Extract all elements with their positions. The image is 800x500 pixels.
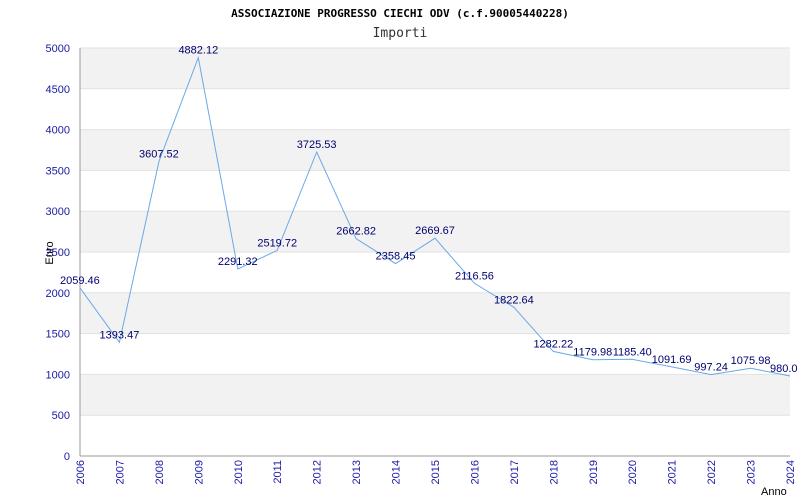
- x-tick-label: 2012: [312, 460, 324, 484]
- grid-band: [80, 292, 790, 334]
- data-label: 980.0: [770, 363, 798, 375]
- y-tick-label: 500: [52, 410, 70, 422]
- x-tick-label: 2013: [351, 460, 363, 484]
- chart-subtitle: Importi: [373, 26, 428, 41]
- data-label: 4882.12: [178, 45, 218, 57]
- x-tick-label: 2017: [509, 460, 521, 484]
- x-tick-label: 2016: [469, 460, 481, 484]
- grid-band: [80, 374, 790, 416]
- y-tick-label: 5000: [46, 43, 70, 55]
- data-label: 2059.46: [60, 275, 100, 287]
- x-tick-label: 2018: [548, 460, 560, 484]
- x-tick-label: 2019: [588, 460, 600, 484]
- y-tick-label: 3500: [46, 165, 70, 177]
- data-label: 1282.22: [533, 338, 573, 350]
- x-tick-label: 2020: [627, 460, 639, 484]
- x-tick-label: 2006: [75, 460, 87, 484]
- x-tick-label: 2014: [391, 460, 403, 484]
- data-label: 1822.64: [494, 294, 534, 306]
- data-label: 2116.56: [455, 270, 494, 282]
- data-label: 2669.67: [415, 225, 455, 237]
- chart-title: ASSOCIAZIONE PROGRESSO CIECHI ODV (c.f.9…: [231, 7, 569, 20]
- y-tick-label: 1000: [46, 369, 70, 381]
- x-tick-label: 2010: [233, 460, 245, 484]
- x-tick-label: 2021: [667, 460, 679, 484]
- y-tick-label: 1500: [46, 329, 70, 341]
- y-tick-label: 3000: [46, 206, 70, 218]
- x-tick-label: 2009: [193, 460, 205, 484]
- data-label: 2519.72: [257, 237, 297, 249]
- data-label: 3725.53: [297, 139, 337, 151]
- line-chart: 0500100015002000250030003500400045005000…: [44, 7, 798, 498]
- data-label: 1393.47: [100, 329, 140, 341]
- y-tick-label: 0: [64, 451, 70, 463]
- data-label: 1091.69: [652, 354, 692, 366]
- x-tick-label: 2022: [706, 460, 718, 484]
- x-axis-label: Anno: [761, 486, 787, 498]
- x-tick-label: 2015: [430, 460, 442, 484]
- x-tick-label: 2024: [785, 460, 797, 484]
- data-label: 997.24: [694, 362, 728, 374]
- y-tick-label: 2000: [46, 288, 70, 300]
- x-tick-label: 2007: [114, 460, 126, 484]
- data-label: 1185.40: [613, 346, 652, 358]
- data-label: 1075.98: [731, 355, 771, 367]
- y-axis-label: Euro: [44, 241, 56, 264]
- y-tick-label: 4000: [46, 125, 70, 137]
- data-label: 3607.52: [139, 149, 179, 161]
- x-tick-label: 2011: [272, 460, 284, 484]
- y-tick-label: 4500: [46, 84, 70, 96]
- data-label: 2358.45: [376, 251, 416, 263]
- data-label: 2291.32: [218, 256, 258, 268]
- x-tick-label: 2008: [154, 460, 166, 484]
- data-label: 2662.82: [336, 226, 376, 238]
- x-tick-labels: 2006 2007 2008 2009 2010 2011 2012 2013 2014 2015…: [75, 460, 797, 484]
- grid-band: [80, 129, 790, 171]
- x-tick-label: 2023: [746, 460, 758, 484]
- data-label: 1179.98: [573, 347, 612, 359]
